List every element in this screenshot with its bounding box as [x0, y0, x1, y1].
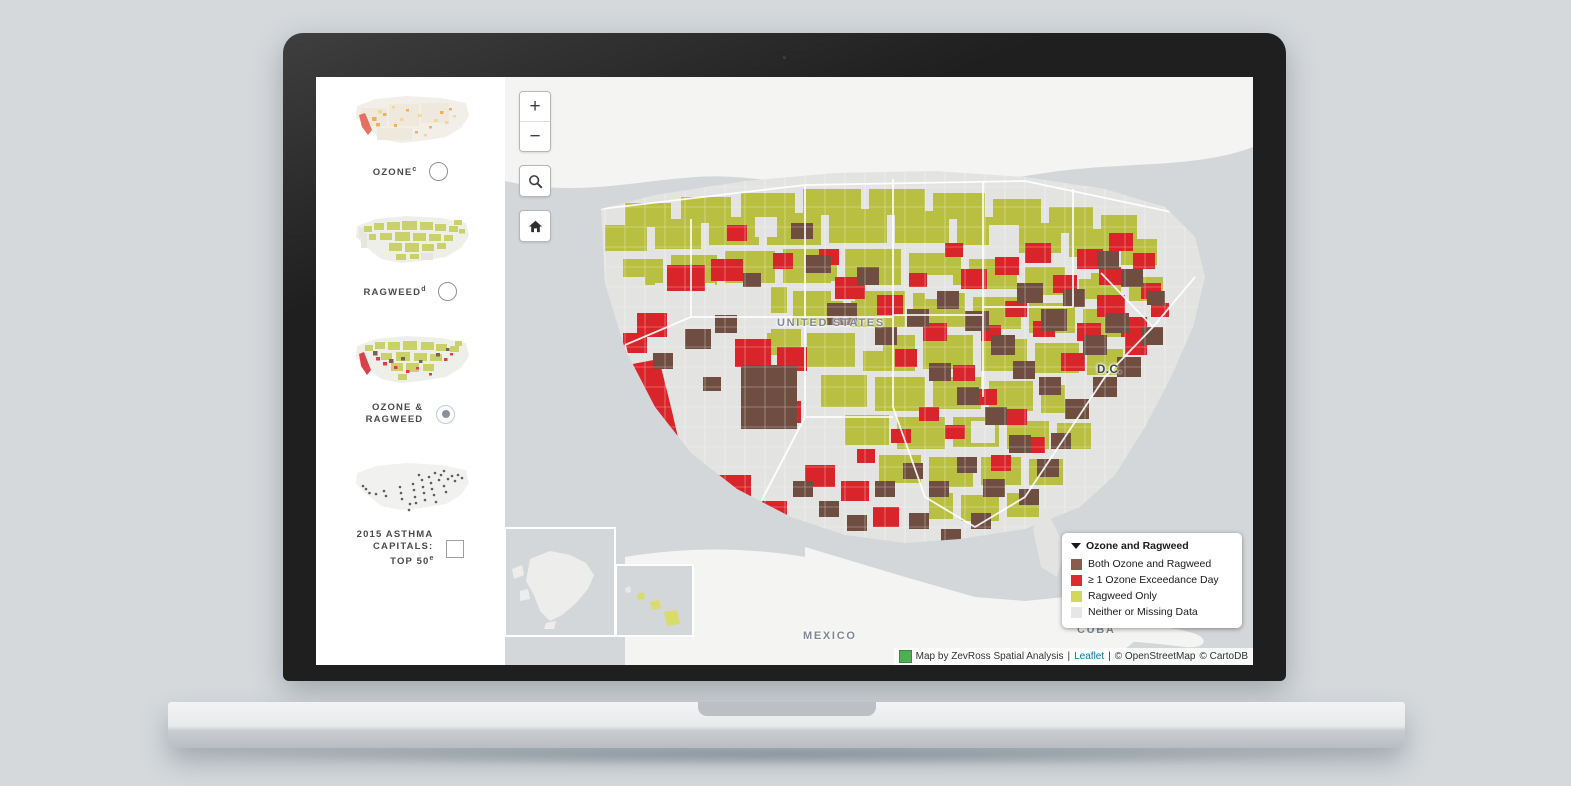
sidebar-asthma-label-row: 2015 ASTHMA CAPITALS: TOP 50e — [316, 529, 505, 568]
alaska-inset — [505, 527, 616, 637]
attribution-map-by: Map by ZevRoss Spatial Analysis — [915, 651, 1064, 662]
zoom-out-button[interactable]: − — [520, 121, 550, 151]
zoom-control[interactable]: + − — [519, 91, 551, 152]
legend-row-ozone: ≥ 1 Ozone Exceedance Day — [1071, 572, 1233, 588]
laptop-base — [168, 702, 1405, 748]
leaflet-logo-icon — [898, 650, 912, 663]
sidebar-item-ozone-ragweed[interactable]: OZONE & RAGWEED — [316, 301, 505, 426]
us-map-ozone-thumbnail — [346, 91, 476, 153]
attribution-sep-2: | — [1108, 651, 1111, 662]
radio-ozone-ragweed[interactable] — [436, 404, 456, 424]
checkbox-asthma-capitals[interactable] — [446, 539, 465, 558]
layer-selector-sidebar: OZONEc RAGWEEDd OZONE & RAGWEED 2015 AST… — [316, 77, 505, 665]
legend-title-row[interactable]: Ozone and Ragweed — [1071, 540, 1233, 552]
laptop-base-notch — [697, 702, 876, 716]
legend-title: Ozone and Ragweed — [1086, 540, 1189, 552]
sidebar-item-label-ragweed: RAGWEEDd — [363, 285, 426, 299]
sidebar-ozone-label-row: OZONEc — [316, 162, 505, 181]
legend-label-ozone: ≥ 1 Ozone Exceedance Day — [1088, 574, 1219, 586]
webcam-icon — [781, 54, 788, 61]
sidebar-item-label-ozone-ragweed: OZONE & RAGWEED — [365, 402, 424, 425]
attribution-leaflet-link[interactable]: Leaflet — [1074, 651, 1104, 662]
control-gap-1 — [519, 152, 551, 165]
legend-row-ragweed: Ragweed Only — [1071, 588, 1233, 604]
home-button[interactable] — [519, 210, 551, 242]
sidebar-item-label-ozone: OZONEc — [372, 165, 417, 179]
map-legend[interactable]: Ozone and Ragweed Both Ozone and Ragweed… — [1062, 533, 1242, 628]
legend-swatch-ozone — [1071, 574, 1082, 586]
legend-row-none: Neither or Missing Data — [1071, 604, 1233, 620]
search-icon — [528, 174, 542, 188]
laptop-screen: OZONEc RAGWEEDd OZONE & RAGWEED 2015 AST… — [316, 77, 1253, 665]
radio-ozone[interactable] — [429, 162, 449, 181]
map-attribution: Map by ZevRoss Spatial Analysis | Leafle… — [893, 648, 1253, 665]
screenshot-stage: OZONEc RAGWEEDd OZONE & RAGWEED 2015 AST… — [0, 0, 1571, 786]
home-icon — [528, 220, 542, 232]
us-map-asthma-dots-thumbnail — [346, 458, 476, 520]
zoom-in-button[interactable]: + — [520, 92, 550, 121]
map-controls[interactable]: + − — [519, 91, 551, 242]
sidebar-item-label-asthma-capitals: 2015 ASTHMA CAPITALS: TOP 50e — [356, 529, 434, 568]
legend-row-both: Both Ozone and Ragweed — [1071, 556, 1233, 572]
us-map-ragweed-thumbnail — [346, 211, 476, 273]
map-label-dc: D.C. — [1097, 364, 1122, 376]
map-label-united-states: UNITED STATES — [777, 317, 885, 329]
legend-swatch-both — [1071, 558, 1082, 570]
sidebar-ragweed-label-row: RAGWEEDd — [316, 282, 505, 301]
attribution-sep-1: | — [1067, 651, 1071, 662]
attribution-carto: © CartoDB — [1199, 651, 1249, 662]
legend-label-both: Both Ozone and Ragweed — [1088, 558, 1212, 570]
search-button[interactable] — [519, 165, 551, 197]
map-pane[interactable]: + − UNITED STATES MEXICO CUBA D.C. Ozone… — [505, 77, 1253, 665]
attribution-osm: © OpenStreetMap — [1114, 651, 1196, 662]
sidebar-item-ozone[interactable]: OZONEc — [316, 77, 505, 181]
us-map-ozone-ragweed-thumbnail — [346, 331, 476, 393]
sidebar-item-asthma-capitals[interactable]: 2015 ASTHMA CAPITALS: TOP 50e — [316, 426, 505, 568]
legend-label-ragweed: Ragweed Only — [1088, 590, 1157, 602]
hawaii-inset — [615, 564, 694, 637]
laptop-lid: OZONEc RAGWEEDd OZONE & RAGWEED 2015 AST… — [283, 33, 1286, 681]
legend-swatch-none — [1071, 606, 1082, 618]
sidebar-item-ragweed[interactable]: RAGWEEDd — [316, 181, 505, 301]
caret-down-icon[interactable] — [1071, 543, 1081, 549]
map-label-mexico: MEXICO — [803, 630, 857, 642]
legend-swatch-ragweed — [1071, 590, 1082, 602]
legend-label-none: Neither or Missing Data — [1088, 606, 1198, 618]
control-gap-2 — [519, 197, 551, 210]
radio-ragweed[interactable] — [438, 282, 458, 301]
sidebar-ozone-ragweed-label-row: OZONE & RAGWEED — [316, 402, 505, 426]
